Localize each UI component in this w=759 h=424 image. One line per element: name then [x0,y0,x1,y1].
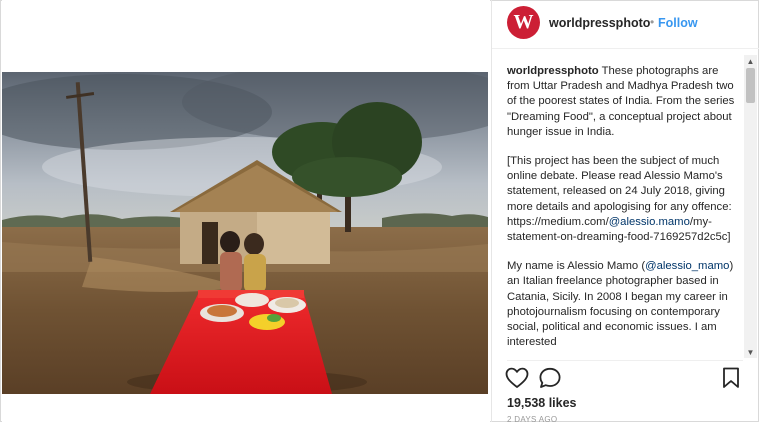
caption-username[interactable]: worldpressphoto [507,65,599,77]
post-timestamp[interactable]: 2 DAYS AGO [507,415,557,424]
photo-panel [2,0,490,422]
caption-bio: My name is Alessio Mamo (@alessio_mamo) … [507,259,735,350]
post-header: W worldpressphoto • Follow [492,0,759,49]
bookmark-outline-icon[interactable] [721,367,741,394]
caption-paragraph: worldpressphoto These photographs are fr… [507,64,735,140]
heart-outline-icon[interactable] [505,367,529,394]
avatar[interactable]: W [507,6,540,39]
caption-bio-rest: ) an Italian freelance photographer base… [507,260,734,349]
likes-count[interactable]: 19,538 likes [507,396,577,410]
mention-link-alessio-mamo[interactable]: @alessio.mamo [609,216,690,228]
post-photo-image [2,72,488,394]
caption-statement: [This project has been the subject of mu… [507,154,735,245]
caption-bio-start: My name is Alessio Mamo ( [507,260,646,273]
scroll-up-arrow-icon[interactable]: ▲ [744,55,757,67]
caption-scrollbar[interactable]: ▲ ▼ [744,55,757,358]
follow-button[interactable]: Follow [658,16,698,30]
mention-link-alessio-mamo-underscore[interactable]: @alessio_mamo [645,260,729,272]
scroll-thumb[interactable] [746,68,755,103]
caption-scroll-area[interactable]: worldpressphoto These photographs are fr… [507,64,735,356]
actions-divider [507,360,743,361]
scroll-down-arrow-icon[interactable]: ▼ [744,346,757,358]
comment-bubble-icon[interactable] [538,367,562,394]
post-photo[interactable] [2,72,488,394]
header-username[interactable]: worldpressphoto [549,16,650,30]
panel-divider [491,0,492,422]
header-separator: • [650,15,655,29]
